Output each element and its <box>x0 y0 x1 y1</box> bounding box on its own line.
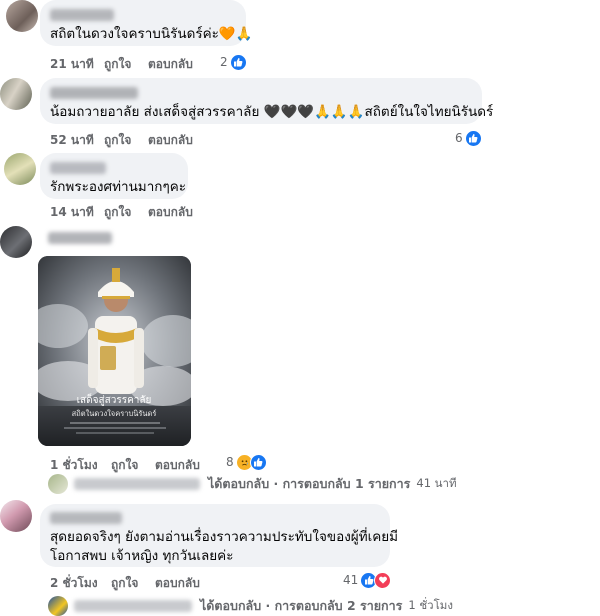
reaction-count: 2 <box>220 55 228 69</box>
like-reaction-icon <box>229 53 247 71</box>
reaction-count: 6 <box>455 131 463 145</box>
avatar[interactable] <box>6 0 38 32</box>
like-link[interactable]: ถูกใจ <box>111 456 138 475</box>
comment-actions: 52 นาที ถูกใจ ตอบกลับ <box>50 131 200 147</box>
view-replies[interactable]: ได้ตอบกลับ · การตอบกลับ 2 รายการ 1 ชั่วโ… <box>48 596 453 616</box>
comment-actions: 2 ชั่วโมง ถูกใจ ตอบกลับ <box>50 574 220 590</box>
reaction-count: 41 <box>343 573 359 587</box>
memorial-image: เสด็จสู่สวรรคาลัย สถิตในดวงใจคราบนิรันดร… <box>38 256 191 446</box>
comment-actions: 1 ชั่วโมง ถูกใจ ตอบกลับ <box>50 456 220 472</box>
comment-text: สถิตในดวงใจคราบนิรันดร์ค่ะ🧡🙏 <box>50 26 253 42</box>
reply-link[interactable]: ตอบกลับ <box>148 131 193 150</box>
replier-name <box>74 600 192 612</box>
avatar[interactable] <box>4 153 36 185</box>
reply-avatar <box>48 596 68 616</box>
commenter-name[interactable] <box>50 512 122 524</box>
image-subcaption: สถิตในดวงใจคราบนิรันดร์ <box>72 409 157 418</box>
love-reaction-icon <box>374 571 392 589</box>
like-reaction-icon <box>464 129 482 147</box>
reaction-count: 8 <box>226 455 234 469</box>
avatar[interactable] <box>0 78 32 110</box>
reply-summary[interactable]: ได้ตอบกลับ · การตอบกลับ 2 รายการ <box>200 596 402 616</box>
comment-time[interactable]: 14 นาที <box>50 203 94 222</box>
commenter-name[interactable] <box>48 232 112 244</box>
commenter-name[interactable] <box>50 9 114 21</box>
replier-name <box>74 478 200 490</box>
comment-time[interactable]: 1 ชั่วโมง <box>50 456 98 475</box>
comment-actions: 14 นาที ถูกใจ ตอบกลับ <box>50 203 210 219</box>
reaction-summary[interactable]: 41 <box>343 571 392 589</box>
reaction-summary[interactable]: 2 <box>220 53 247 71</box>
like-link[interactable]: ถูกใจ <box>104 131 131 150</box>
view-replies[interactable]: ได้ตอบกลับ · การตอบกลับ 1 รายการ 41 นาที <box>48 474 457 494</box>
reply-link[interactable]: ตอบกลับ <box>155 574 200 593</box>
comment-time[interactable]: 21 นาที <box>50 55 94 74</box>
commenter-name[interactable] <box>50 87 138 99</box>
like-link[interactable]: ถูกใจ <box>104 55 131 74</box>
reply-summary[interactable]: ได้ตอบกลับ · การตอบกลับ 1 รายการ <box>208 474 410 494</box>
reply-time: 41 นาที <box>416 476 457 490</box>
reply-link[interactable]: ตอบกลับ <box>155 456 200 475</box>
comment-photo[interactable]: เสด็จสู่สวรรคาลัย สถิตในดวงใจคราบนิรันดร… <box>38 256 191 446</box>
avatar[interactable] <box>0 500 32 532</box>
comment-time[interactable]: 52 นาที <box>50 131 94 150</box>
like-link[interactable]: ถูกใจ <box>104 203 131 222</box>
reaction-summary[interactable]: 8 <box>226 453 267 471</box>
commenter-name[interactable] <box>50 162 106 174</box>
reply-avatar <box>48 474 68 494</box>
avatar[interactable] <box>0 226 32 258</box>
image-caption: เสด็จสู่สวรรคาลัย <box>77 392 152 406</box>
comment-text: รักพระองศท่านมากๆคะ <box>50 179 186 195</box>
comment-time[interactable]: 2 ชั่วโมง <box>50 574 98 593</box>
like-reaction-icon <box>249 453 267 471</box>
comment-text: น้อมถวายอาลัย ส่งเสด็จสู่สวรรคาลัย 🖤🖤🖤🙏🙏… <box>50 104 494 120</box>
reply-link[interactable]: ตอบกลับ <box>148 55 193 74</box>
comment-actions: 21 นาที ถูกใจ ตอบกลับ <box>50 55 200 71</box>
reply-link[interactable]: ตอบกลับ <box>148 203 193 222</box>
like-link[interactable]: ถูกใจ <box>111 574 138 593</box>
comment-text: สุดยอดจริงๆ ยังตามอ่านเรื่องราวความประทั… <box>50 529 399 564</box>
reply-time: 1 ชั่วโมง <box>408 598 453 612</box>
reaction-summary[interactable]: 6 <box>455 129 482 147</box>
